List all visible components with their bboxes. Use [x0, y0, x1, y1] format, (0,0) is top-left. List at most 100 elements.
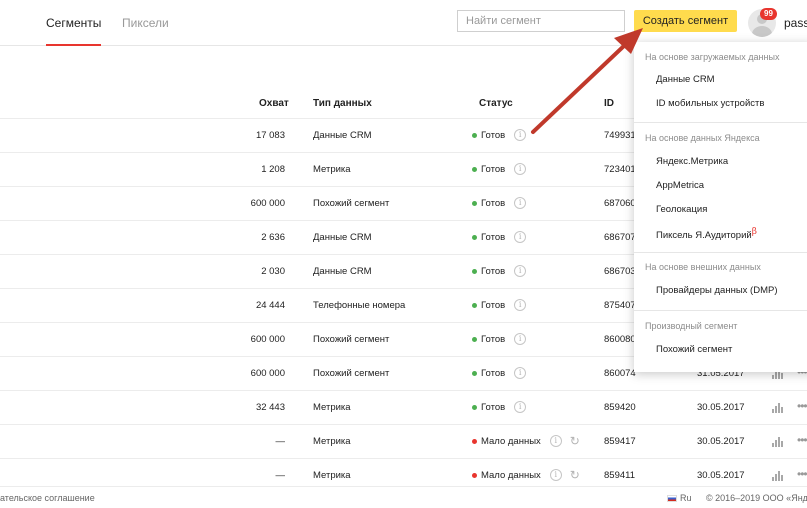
- info-icon[interactable]: i: [549, 435, 562, 447]
- status-cell: Готов i: [472, 333, 527, 345]
- date-cell: 30.05.2017: [697, 436, 745, 447]
- column-header-reach[interactable]: Охват: [259, 98, 289, 109]
- beta-mark: β: [751, 227, 757, 237]
- username[interactable]: pass: [784, 16, 807, 30]
- data-type-cell: Метрика: [313, 470, 351, 481]
- info-icon[interactable]: i: [514, 299, 527, 311]
- tab-segments[interactable]: Сегменты: [46, 16, 102, 46]
- menu-item-appmetrica[interactable]: AppMetrica: [656, 180, 704, 191]
- create-segment-button[interactable]: Создать сегмент: [634, 10, 737, 32]
- column-header-id[interactable]: ID: [604, 98, 614, 109]
- reach-cell: 32 443: [255, 402, 285, 413]
- info-icon[interactable]: i: [514, 401, 527, 413]
- status-cell: Мало данных i ↻: [472, 469, 580, 481]
- column-header-status[interactable]: Статус: [479, 98, 513, 109]
- status-cell: Мало данных i ↻: [472, 435, 580, 447]
- menu-group-derived: Производный сегмент: [645, 321, 738, 331]
- menu-divider: [634, 252, 807, 253]
- footer: ательское соглашение Ru © 2016–2019 ООО …: [0, 486, 807, 508]
- create-segment-menu: На основе загружаемых данных Данные CRM …: [634, 42, 807, 372]
- language-switch[interactable]: Ru: [680, 493, 692, 503]
- status-text: Готов: [481, 299, 506, 311]
- status-text: Готов: [481, 265, 506, 277]
- info-icon[interactable]: i: [514, 231, 527, 243]
- data-type-cell: Похожий сегмент: [313, 198, 390, 209]
- info-icon[interactable]: i: [514, 367, 527, 379]
- data-type-cell: Метрика: [313, 402, 351, 413]
- status-dot: [472, 234, 477, 240]
- status-text: Мало данных: [481, 469, 541, 481]
- refresh-icon[interactable]: ↻: [570, 435, 580, 447]
- reach-cell: 24 444: [255, 300, 285, 311]
- id-cell: 686703: [604, 266, 636, 277]
- reach-cell: —: [275, 436, 286, 447]
- table-row[interactable]: 32 443 Метрика Готов i 859420 30.05.2017 •••: [0, 390, 807, 424]
- stats-icon[interactable]: [772, 403, 785, 413]
- tab-pixels[interactable]: Пиксели: [122, 16, 169, 30]
- search-input[interactable]: [457, 10, 625, 32]
- status-text: Готов: [481, 333, 506, 345]
- menu-item-dmp[interactable]: Провайдеры данных (DMP): [656, 285, 777, 296]
- refresh-icon[interactable]: ↻: [570, 469, 580, 481]
- more-icon[interactable]: •••: [797, 433, 807, 447]
- menu-item-pixel-label: Пиксель Я.Аудиторий: [656, 230, 752, 242]
- russia-flag-icon: [667, 495, 677, 502]
- status-cell: Готов i: [472, 129, 527, 141]
- status-dot: [472, 404, 477, 410]
- table-row[interactable]: — Метрика Мало данных i ↻ 859417 30.05.2017 •••: [0, 424, 807, 458]
- status-dot: [472, 166, 477, 172]
- column-header-type[interactable]: Тип данных: [313, 98, 372, 109]
- reach-cell: —: [275, 470, 286, 481]
- user-agreement-link[interactable]: ательское соглашение: [0, 493, 95, 503]
- id-cell: 859411: [604, 470, 635, 481]
- status-dot: [472, 370, 477, 376]
- stats-icon[interactable]: [772, 471, 785, 481]
- status-text: Готов: [481, 231, 506, 243]
- status-cell: Готов i: [472, 197, 527, 209]
- reach-cell: 600 000: [250, 334, 285, 345]
- reach-cell: 2 030: [261, 266, 285, 277]
- info-icon[interactable]: i: [514, 265, 527, 277]
- reach-cell: 600 000: [250, 198, 285, 209]
- status-dot: [472, 472, 477, 478]
- info-icon[interactable]: i: [549, 469, 562, 481]
- info-icon[interactable]: i: [514, 333, 527, 345]
- status-dot: [472, 336, 477, 342]
- menu-item-crm[interactable]: Данные CRM: [656, 74, 715, 85]
- menu-item-pixel[interactable]: Пиксель Я.Аудиторийβ: [656, 227, 757, 241]
- status-text: Мало данных: [481, 435, 541, 447]
- menu-item-mobile-ids[interactable]: ID мобильных устройств: [656, 98, 764, 109]
- status-cell: Готов i: [472, 265, 527, 277]
- id-cell: 859417: [604, 436, 636, 447]
- info-icon[interactable]: i: [514, 197, 527, 209]
- stats-icon[interactable]: [772, 437, 785, 447]
- status-dot: [472, 268, 477, 274]
- info-icon[interactable]: i: [514, 163, 527, 175]
- status-dot: [472, 302, 477, 308]
- status-dot: [472, 438, 477, 444]
- menu-item-lookalike[interactable]: Похожий сегмент: [656, 344, 732, 355]
- id-cell: 860074: [604, 368, 636, 379]
- info-icon[interactable]: i: [514, 129, 527, 141]
- status-dot: [472, 200, 477, 206]
- menu-group-uploaded: На основе загружаемых данных: [645, 52, 780, 62]
- date-cell: 30.05.2017: [697, 402, 745, 413]
- reach-cell: 600 000: [250, 368, 285, 379]
- notification-badge: 99: [760, 8, 777, 20]
- reach-cell: 1 208: [261, 164, 285, 175]
- data-type-cell: Похожий сегмент: [313, 334, 390, 345]
- id-cell: 875407: [604, 300, 636, 311]
- data-type-cell: Данные CRM: [313, 266, 372, 277]
- copyright: © 2016–2019 ООО «Яндекс»: [706, 493, 807, 503]
- more-icon[interactable]: •••: [797, 399, 807, 413]
- menu-item-metrika[interactable]: Яндекс.Метрика: [656, 156, 728, 167]
- menu-group-external: На основе внешних данных: [645, 262, 761, 272]
- more-icon[interactable]: •••: [797, 467, 807, 481]
- status-text: Готов: [481, 367, 506, 379]
- date-cell: 30.05.2017: [697, 470, 745, 481]
- top-bar: Сегменты Пиксели Создать сегмент 99 pass: [0, 0, 807, 46]
- status-cell: Готов i: [472, 367, 527, 379]
- menu-item-geolocation[interactable]: Геолокация: [656, 204, 707, 215]
- id-cell: 687060: [604, 198, 636, 209]
- data-type-cell: Метрика: [313, 164, 351, 175]
